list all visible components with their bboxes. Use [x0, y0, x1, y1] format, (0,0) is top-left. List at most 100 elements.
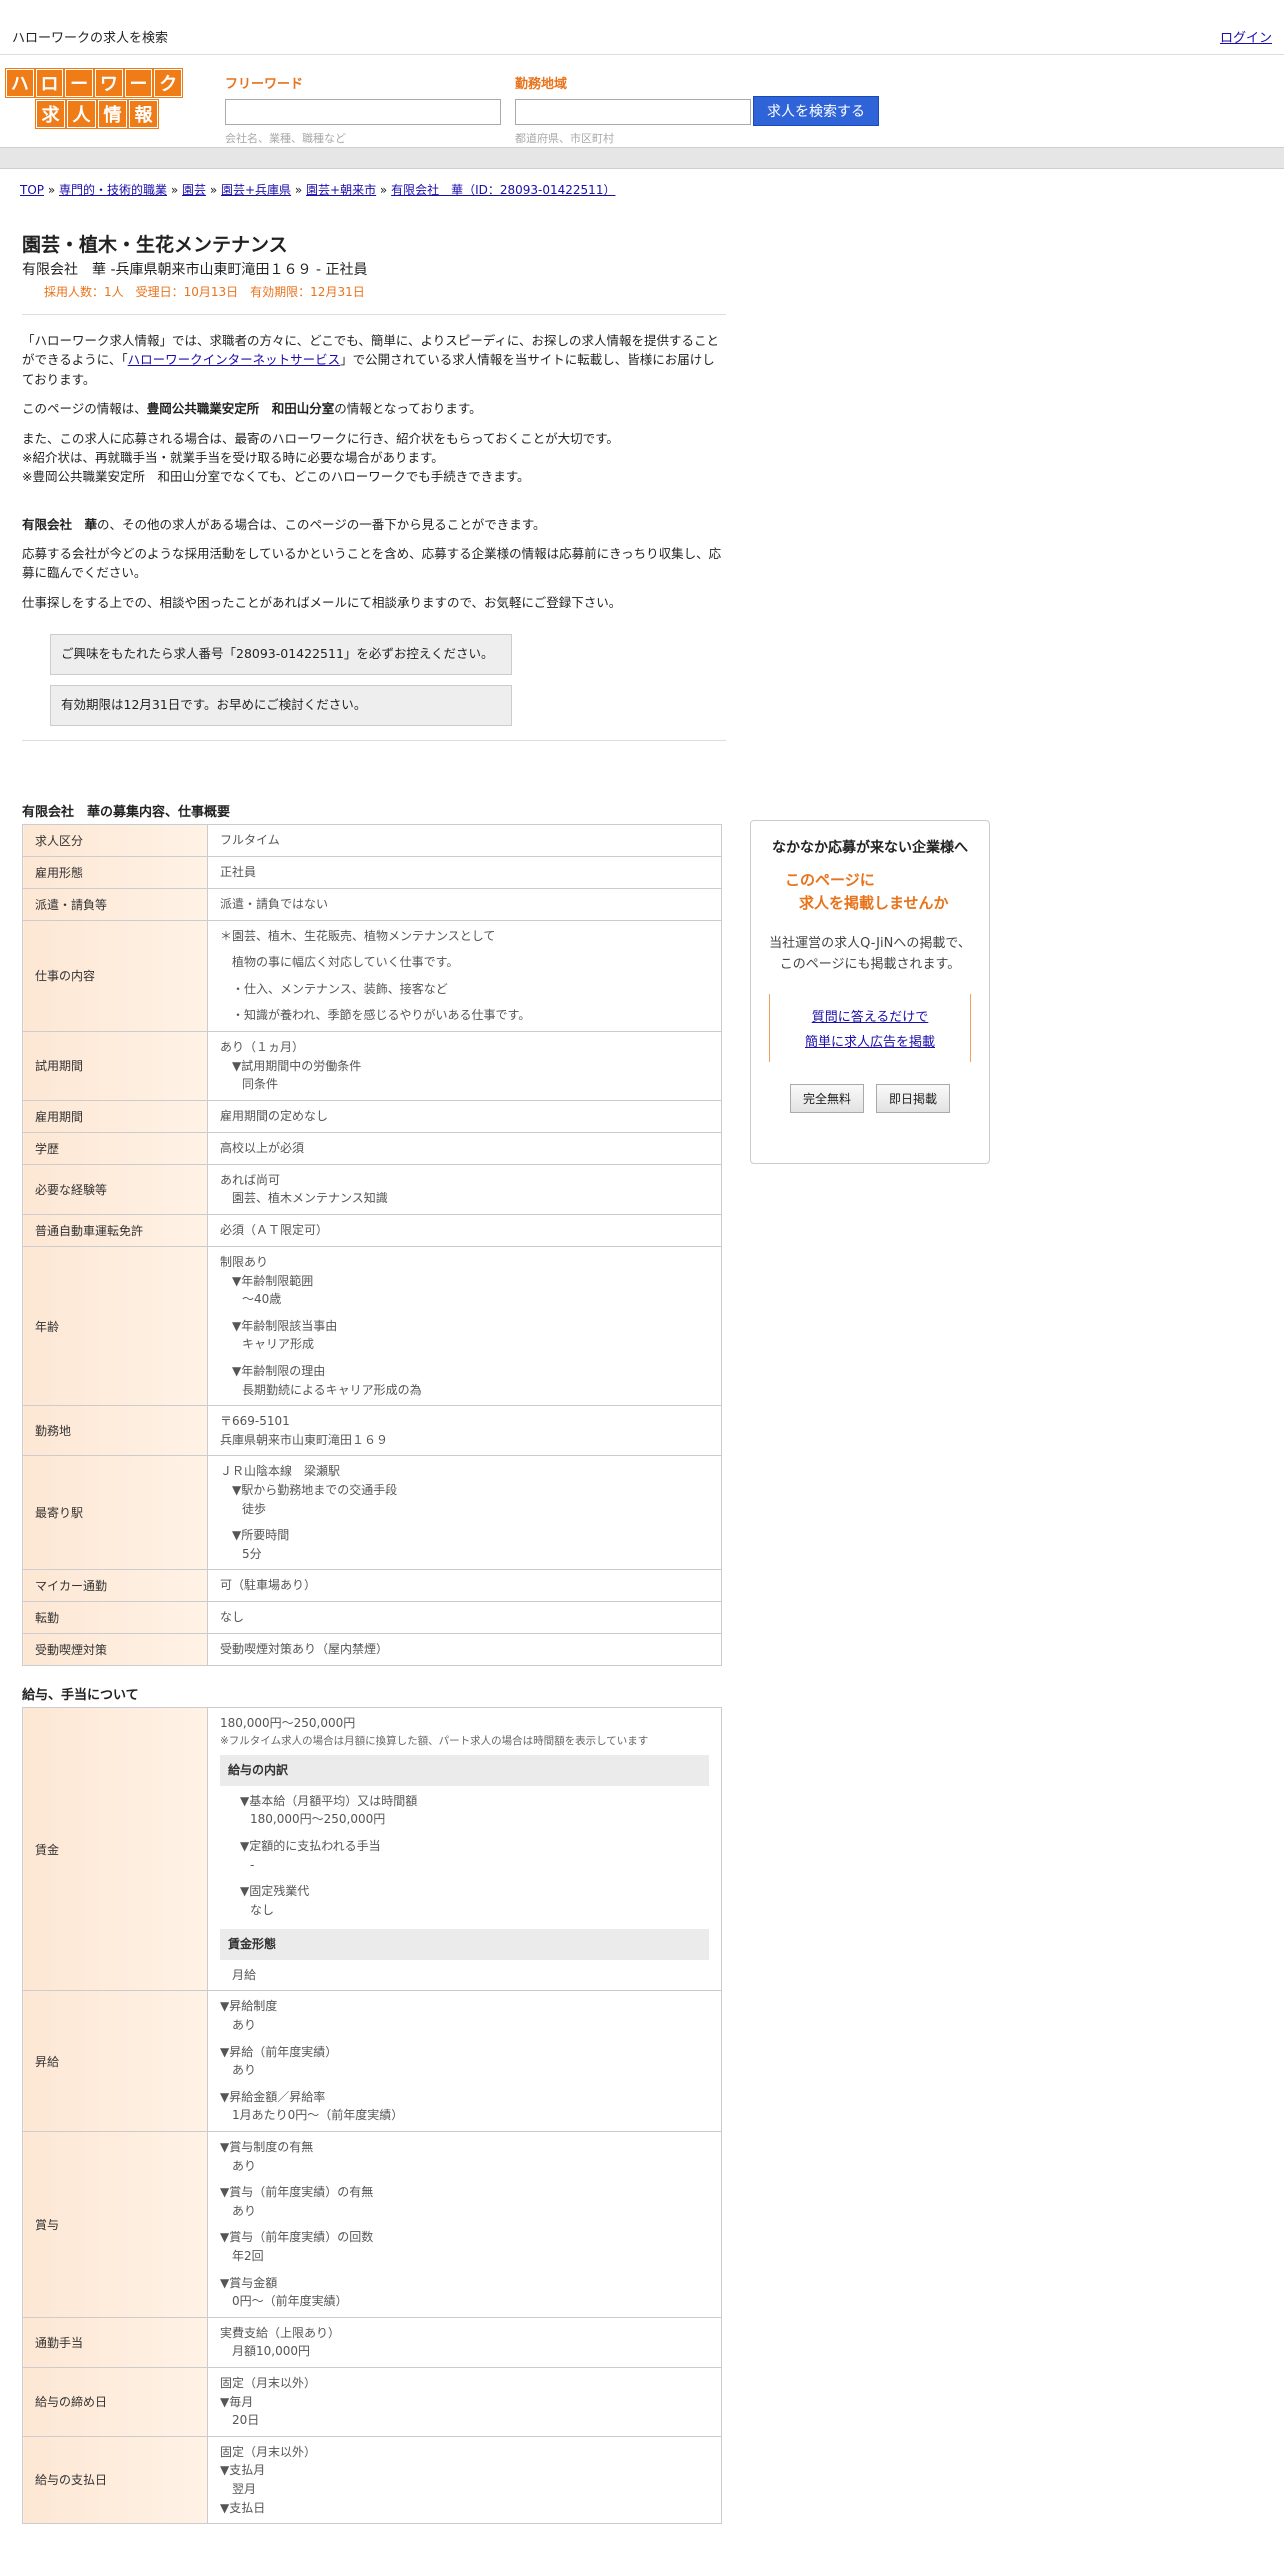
value-line: ▼賞与（前年度実績）の有無	[220, 2185, 374, 2200]
breadcrumb-city[interactable]: 園芸+朝来市	[306, 183, 376, 197]
area-field: 勤務地域 都道府県、市区町村	[515, 73, 751, 146]
value-line: 180,000円〜250,000円	[250, 1812, 386, 1827]
row-header: 給与の支払日	[22, 2435, 208, 2525]
value-line: ▼昇給制度	[220, 1999, 278, 2014]
breadcrumb-sep: »	[167, 183, 182, 197]
value-line: ▼支払日	[220, 2500, 266, 2515]
logo-char: 人	[67, 100, 96, 128]
value-line: ▼賞与制度の有無	[220, 2140, 314, 2155]
value-line: 20日	[232, 2413, 260, 2428]
value-line: あり（１ヵ月）	[220, 1040, 305, 1054]
value-line: ▼昇給金額／昇給率	[220, 2089, 326, 2104]
breadcrumb-company[interactable]: 有限会社 華（ID：28093-01422511）	[391, 183, 615, 197]
login-link[interactable]: ログイン	[1220, 27, 1272, 46]
job-title: 園芸・植木・生花メンテナンス	[22, 234, 288, 256]
divider	[22, 739, 726, 741]
value-line: ▼年齢制限該当事由	[232, 1318, 338, 1333]
row-header: 賃金	[22, 1707, 208, 1992]
row-header: 雇用形態	[22, 855, 208, 889]
consult-paragraph: 仕事探しをする上での、相談や困ったことがあればメールにて相談承りますので、お気軽…	[22, 594, 622, 610]
row-header: 必要な経験等	[22, 1163, 208, 1215]
row-header: 昇給	[22, 1990, 208, 2133]
row-header: マイカー通勤	[22, 1569, 208, 1603]
value-line: なし	[250, 1902, 275, 1917]
ad-link-questions[interactable]: 質問に答えるだけで	[770, 1006, 970, 1025]
breadcrumb-gardening[interactable]: 園芸	[182, 183, 206, 197]
value-line: 兵庫県朝来市山東町滝田１６９	[220, 1432, 389, 1447]
ad-text: 当社運営の求人Q-JiNへの掲載で、 このページにも掲載されます。	[759, 934, 981, 976]
table-row: マイカー通勤 可（駐車場あり）	[22, 1569, 722, 1603]
row-header: 受動喫煙対策	[22, 1633, 208, 1667]
value-line: キャリア形成	[242, 1337, 315, 1352]
ad-catch-line: 求人を掲載しませんか	[799, 893, 949, 912]
ad-text-line: 当社運営の求人Q-JiNへの掲載で、	[769, 936, 971, 951]
table-row: 受動喫煙対策 受動喫煙対策あり（屋内禁煙）	[22, 1633, 722, 1667]
row-header: 通勤手当	[22, 2316, 208, 2368]
row-header: 最寄り駅	[22, 1455, 208, 1571]
value-line: ▼年齢制限範囲	[232, 1273, 314, 1288]
value-line: ・知識が養われ、季節を感じるやりがいある仕事です。	[232, 1008, 531, 1023]
value-line: ▼所要時間	[232, 1528, 290, 1543]
value-line: ▼毎月	[220, 2394, 254, 2409]
table-row: 給与の締め日 固定（月末以外） ▼毎月 20日	[22, 2366, 722, 2437]
value-line: あれば尚可	[220, 1172, 281, 1187]
row-value: ＊園芸、植木、生花販売、植物メンテナンスとして 植物の事に幅広く対応していく仕事…	[207, 919, 722, 1033]
row-header: 給与の締め日	[22, 2366, 208, 2437]
breadcrumb-sep: »	[44, 183, 59, 197]
area-hint: 都道府県、市区町村	[515, 132, 614, 145]
row-value: あり（１ヵ月） ▼試用期間中の労働条件 同条件	[207, 1031, 722, 1101]
ad-catch: このページに 求人を掲載しませんか	[759, 869, 981, 914]
office-text: このページの情報は、	[22, 401, 147, 417]
row-value: 〒669-5101 兵庫県朝来市山東町滝田１６９	[207, 1405, 722, 1457]
free-badge-button[interactable]: 完全無料	[789, 1083, 864, 1113]
value-line: ▼賞与金額	[220, 2275, 278, 2290]
research-paragraph: 応募する会社が今どのような採用活動をしているかということを含め、応募する企業様の…	[22, 546, 722, 581]
table-row: 最寄り駅 ＪＲ山陰本線 梁瀬駅 ▼駅から勤務地までの交通手段 徒歩 ▼所要時間 …	[22, 1455, 722, 1571]
row-value: なし	[207, 1601, 722, 1635]
free-word-label: フリーワード	[225, 77, 304, 92]
row-value: 制限あり ▼年齢制限範囲 〜40歳 ▼年齢制限該当事由 キャリア形成 ▼年齢制限…	[207, 1245, 722, 1407]
table-row: 雇用形態 正社員	[22, 855, 722, 889]
table-row: 賃金 180,000円〜250,000円 ※フルタイム求人の場合は月額に換算した…	[22, 1707, 722, 1992]
row-value: 雇用期間の定めなし	[207, 1099, 722, 1133]
value-line: ▼試用期間中の労働条件	[232, 1058, 362, 1073]
company-line: 有限会社 華 -兵庫県朝来市山東町滝田１６９ - 正社員	[22, 262, 368, 278]
value-line: 1月あたり0円〜（前年度実績）	[232, 2108, 404, 2123]
same-day-badge-button[interactable]: 即日掲載	[876, 1083, 951, 1113]
value-line: ・仕入、メンテナンス、装飾、接客など	[232, 981, 448, 996]
row-value: 必須（ＡＴ限定可）	[207, 1213, 722, 1247]
free-word-input[interactable]	[225, 99, 501, 125]
value-line: 徒歩	[242, 1501, 267, 1516]
table-row: 必要な経験等 あれば尚可 園芸、植木メンテナンス知識	[22, 1163, 722, 1215]
table-row: 給与の支払日 固定（月末以外） ▼支払月 翌月 ▼支払日	[22, 2435, 722, 2525]
table-row: 普通自動車運転免許 必須（ＡＴ限定可）	[22, 1213, 722, 1247]
value-line: ▼基本給（月額平均）又は時間額	[240, 1793, 418, 1808]
apply-note: ※豊岡公共職業安定所 和田山分室でなくても、どこのハローワークでも手続きできます…	[22, 469, 530, 485]
breadcrumb-category[interactable]: 専門的・技術的職業	[59, 183, 167, 197]
value-line: 〜40歳	[242, 1292, 282, 1307]
row-value: ＪＲ山陰本線 梁瀬駅 ▼駅から勤務地までの交通手段 徒歩 ▼所要時間 5分	[207, 1455, 722, 1571]
hellowork-logo[interactable]: ハ ロ ー ワ ー ク 求 人 情 報	[6, 69, 183, 131]
apply-paragraph: また、この求人に応募される場合は、最寄のハローワークに行き、紹介状をもらっておく…	[22, 429, 726, 487]
breadcrumb-prefecture[interactable]: 園芸+兵庫県	[221, 183, 291, 197]
table-row: 転勤 なし	[22, 1601, 722, 1635]
ad-link-box: 質問に答えるだけで 簡単に求人広告を掲載	[769, 993, 971, 1062]
breadcrumb-sep: »	[376, 183, 392, 197]
row-header: 仕事の内容	[22, 919, 208, 1033]
ad-heading: なかなか応募が来ない企業様へ	[772, 840, 968, 856]
top-bar: ハローワークの求人を検索 ログイン	[0, 0, 1284, 55]
table-row: 派遣・請負等 派遣・請負ではない	[22, 887, 722, 921]
job-spec-table: 求人区分 フルタイム 雇用形態 正社員 派遣・請負等 派遣・請負ではない 仕事の内容 …	[22, 823, 722, 1667]
value-line: 固定（月末以外）	[220, 2444, 317, 2459]
breadcrumb-top[interactable]: TOP	[20, 183, 44, 197]
ad-link-post[interactable]: 簡単に求人広告を掲載	[770, 1031, 970, 1050]
value-line: 月額10,000円	[232, 2344, 310, 2359]
breadcrumb-sep: »	[206, 183, 221, 197]
hellowork-internet-link[interactable]: ハローワークインターネットサービス	[128, 352, 341, 367]
breadcrumb: TOP » 専門的・技術的職業 » 園芸 » 園芸+兵庫県 » 園芸+朝来市 »…	[20, 181, 615, 198]
area-input[interactable]	[515, 99, 751, 125]
value-line: 植物の事に幅広く対応していく仕事です。	[232, 955, 459, 970]
ad-text-line: このページにも掲載されます。	[779, 956, 961, 972]
office-paragraph: このページの情報は、豊岡公共職業安定所 和田山分室の情報となっております。	[22, 399, 726, 418]
search-button[interactable]: 求人を検索する	[753, 96, 879, 126]
